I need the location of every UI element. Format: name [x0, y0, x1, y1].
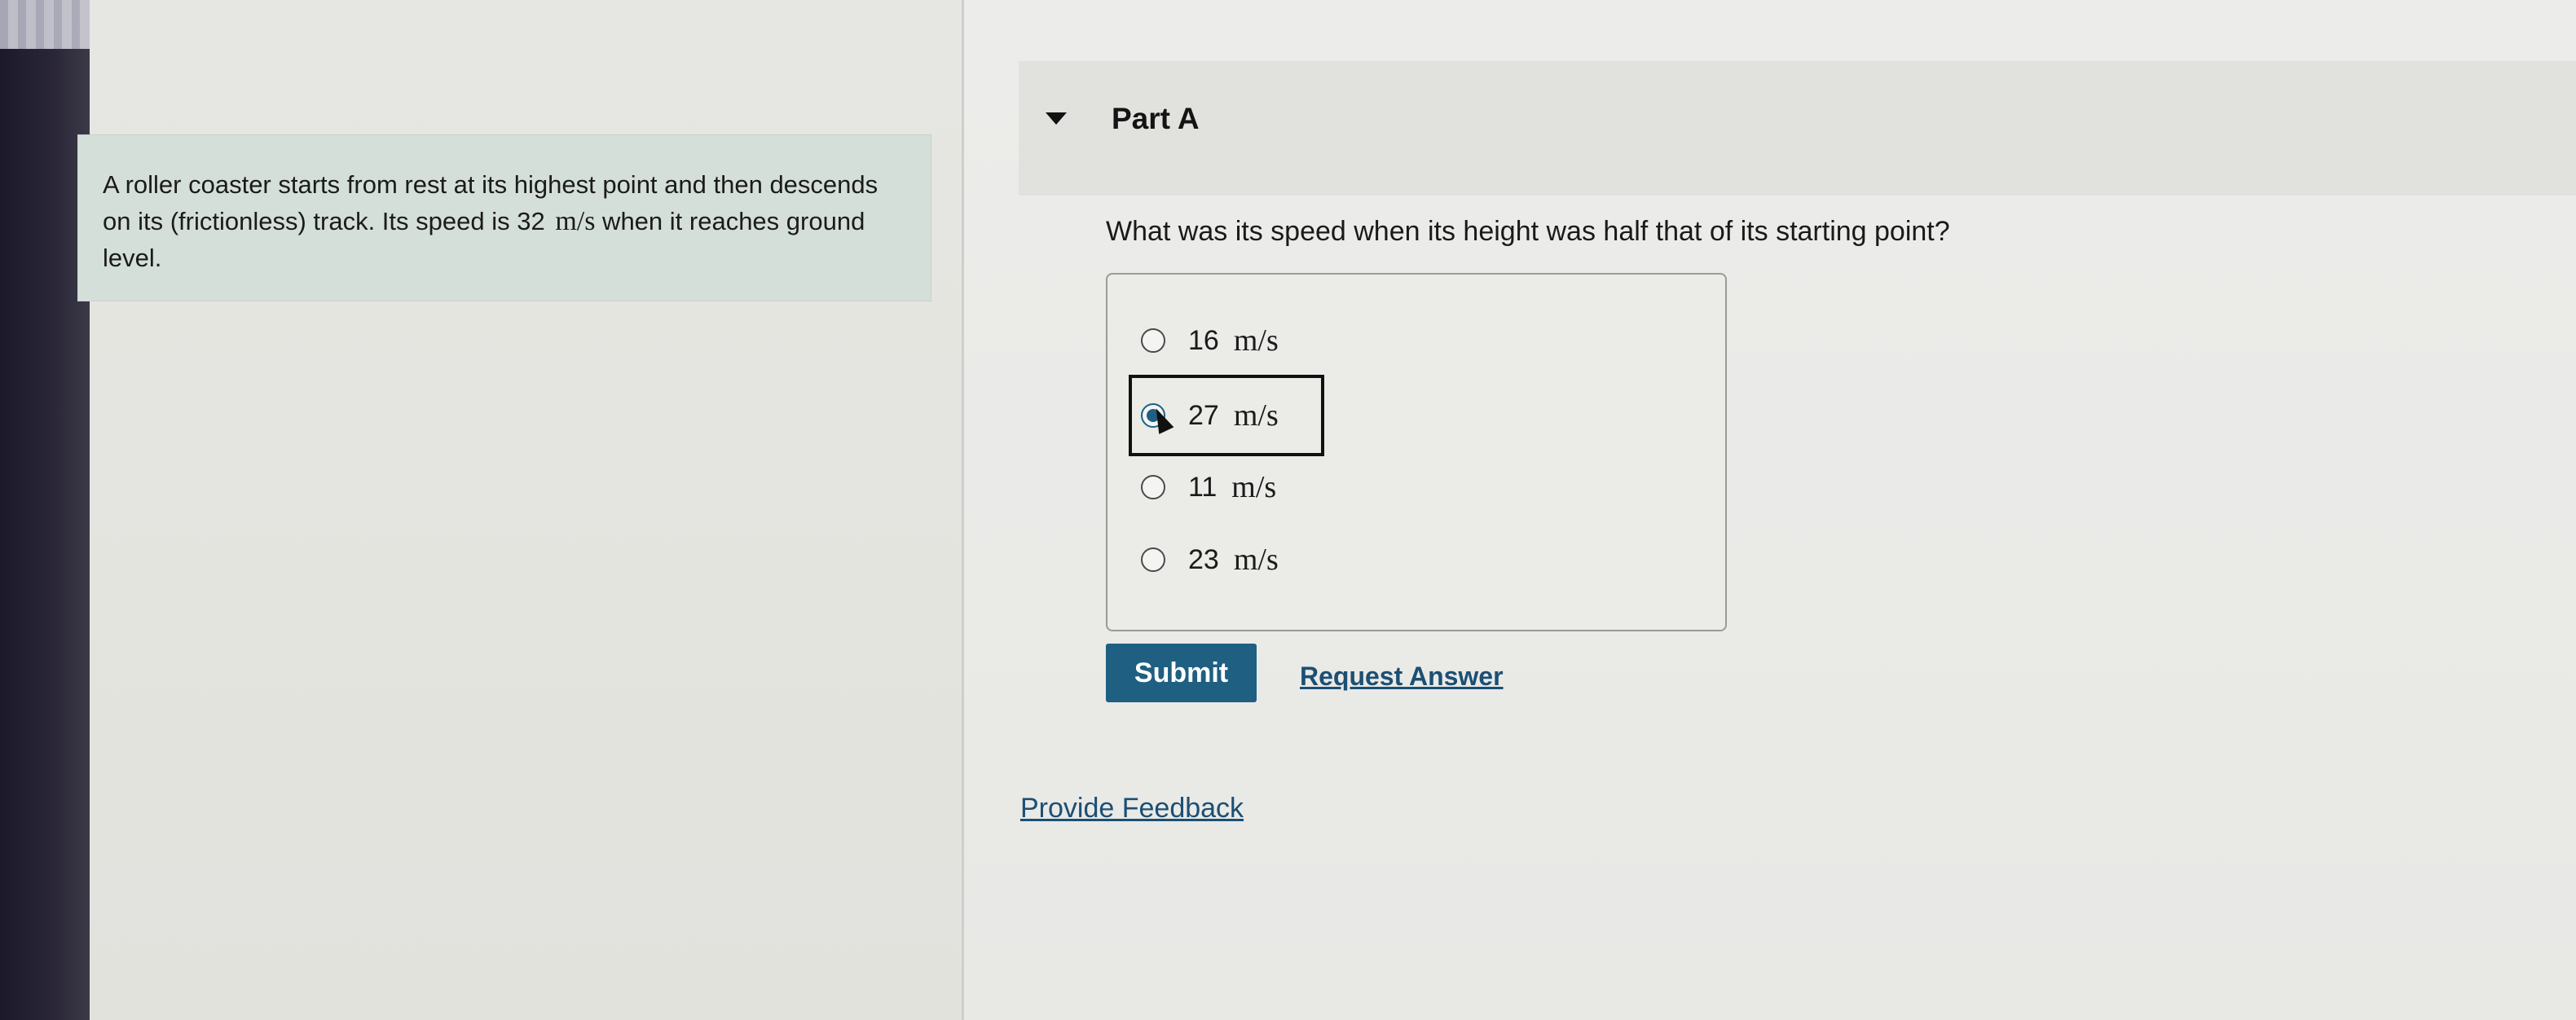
option-value: 16: [1188, 324, 1219, 356]
part-a-header[interactable]: [1019, 61, 2576, 196]
option-value: 11: [1188, 471, 1218, 503]
problem-statement: A roller coaster starts from rest at its…: [77, 134, 931, 301]
part-title[interactable]: Part A: [1112, 102, 1200, 136]
radio-button[interactable]: [1141, 328, 1165, 353]
option-11[interactable]: 11 m/s: [1141, 467, 1276, 508]
option-unit: m/s: [1233, 543, 1279, 577]
option-unit: m/s: [1231, 470, 1277, 504]
option-16[interactable]: 16 m/s: [1141, 320, 1279, 361]
option-value: 23: [1188, 543, 1219, 575]
radio-button[interactable]: [1141, 475, 1165, 499]
submit-button[interactable]: Submit: [1106, 644, 1257, 702]
option-unit: m/s: [1233, 323, 1279, 358]
radio-button[interactable]: [1141, 547, 1165, 572]
caret-down-icon[interactable]: [1046, 112, 1067, 125]
monitor-bezel: [0, 0, 90, 1020]
problem-unit: m/s: [555, 206, 596, 236]
request-answer-link[interactable]: Request Answer: [1300, 662, 1504, 692]
option-23[interactable]: 23 m/s: [1141, 539, 1279, 580]
question-text: What was its speed when its height was h…: [1106, 216, 1950, 247]
provide-feedback-link[interactable]: Provide Feedback: [1020, 793, 1244, 824]
